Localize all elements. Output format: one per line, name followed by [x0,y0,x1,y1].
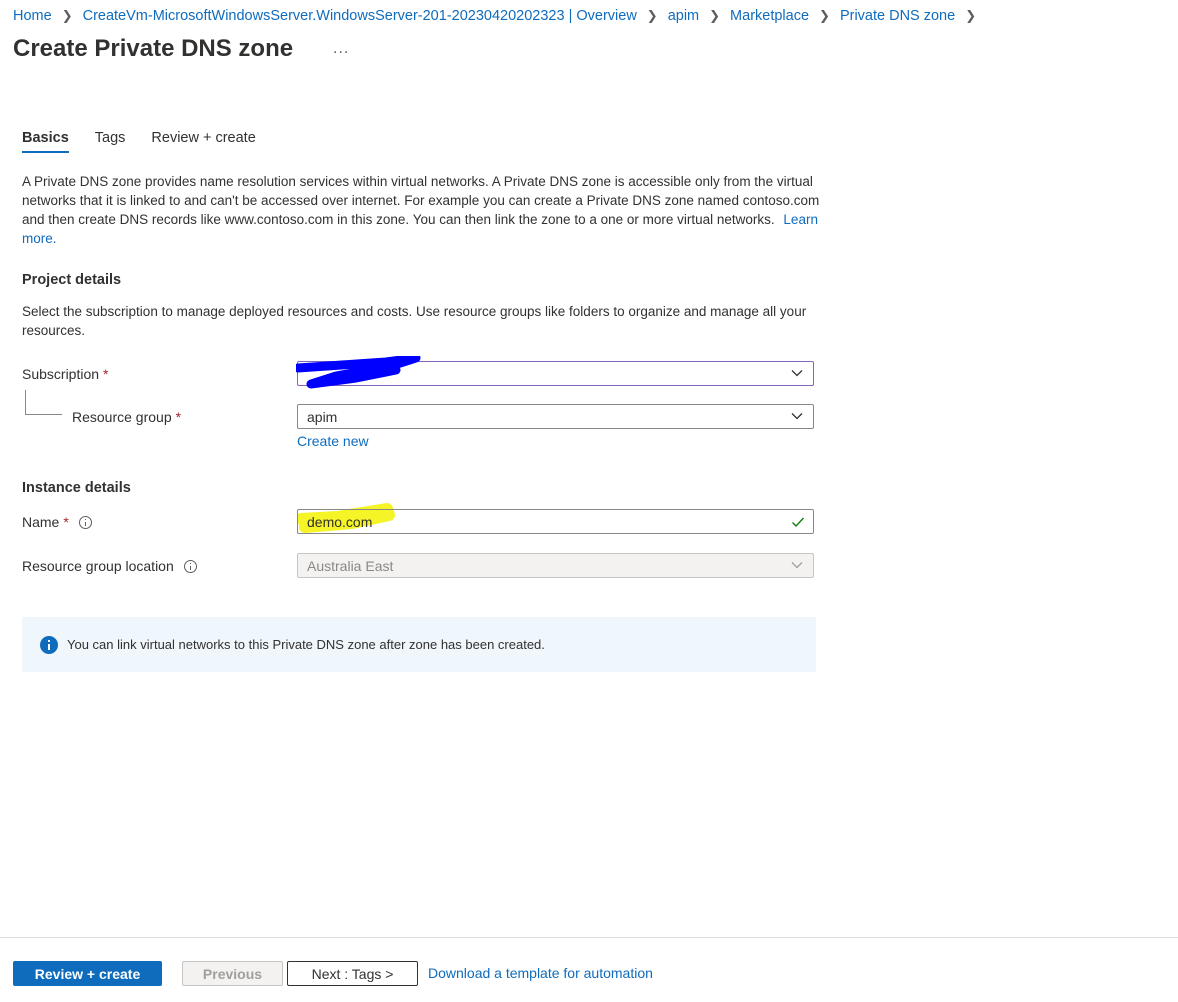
breadcrumb-home[interactable]: Home [13,8,52,24]
subscription-label: Subscription * [22,366,109,382]
tab-bar: Basics Tags Review + create [22,130,282,153]
chevron-right-icon: ❯ [61,8,73,23]
name-label: Name * [22,514,92,530]
location-dropdown: Australia East [297,553,814,578]
required-marker: * [175,409,182,425]
tab-tags[interactable]: Tags [95,130,126,153]
breadcrumb-private-dns-zone[interactable]: Private DNS zone [840,8,955,24]
previous-button[interactable]: Previous [182,961,283,986]
footer-bar: Review + create Previous Next : Tags > D… [0,937,1178,1002]
redaction-scribble [296,356,421,389]
info-icon [40,635,58,654]
checkmark-icon [792,517,805,528]
breadcrumb-apim[interactable]: apim [668,8,699,24]
breadcrumb: Home ❯ CreateVm-MicrosoftWindowsServer.W… [13,6,986,26]
subscription-dropdown[interactable] [296,356,814,389]
chevron-right-icon: ❯ [646,8,658,23]
chevron-right-icon: ❯ [709,8,721,23]
breadcrumb-vm-overview[interactable]: CreateVm-MicrosoftWindowsServer.WindowsS… [83,8,637,24]
project-details-text: Select the subscription to manage deploy… [22,304,807,338]
instance-details-heading: Instance details [22,480,131,496]
description: A Private DNS zone provides name resolut… [22,172,822,248]
tab-review-create[interactable]: Review + create [151,130,255,153]
chevron-down-icon [791,562,803,569]
chevron-down-icon [791,370,803,377]
next-tags-button[interactable]: Next : Tags > [287,961,418,986]
project-details-heading: Project details [22,272,122,288]
more-options-icon[interactable]: ... [333,40,349,58]
name-input[interactable]: demo.com [297,509,814,534]
info-banner: You can link virtual networks to this Pr… [22,617,816,672]
tree-connector [25,390,62,415]
create-new-link[interactable]: Create new [297,433,369,449]
info-icon[interactable] [78,515,92,529]
name-value: demo.com [307,513,373,530]
location-value: Australia East [307,557,394,574]
breadcrumb-marketplace[interactable]: Marketplace [730,8,809,24]
info-icon[interactable] [183,559,197,573]
info-banner-text: You can link virtual networks to this Pr… [67,637,545,652]
review-create-button[interactable]: Review + create [13,961,162,986]
download-template-link[interactable]: Download a template for automation [428,965,653,981]
location-label: Resource group location [22,558,197,574]
resource-group-value: apim [307,408,338,425]
required-marker: * [103,366,109,382]
tab-basics[interactable]: Basics [22,130,69,153]
chevron-down-icon [791,413,803,420]
chevron-right-icon: ❯ [965,8,977,23]
required-marker: * [63,514,69,530]
page-title: Create Private DNS zone [13,35,294,62]
resource-group-dropdown[interactable]: apim [297,404,814,429]
description-text: A Private DNS zone provides name resolut… [22,174,820,227]
resource-group-label: Resource group * [72,409,182,425]
chevron-right-icon: ❯ [819,8,830,23]
